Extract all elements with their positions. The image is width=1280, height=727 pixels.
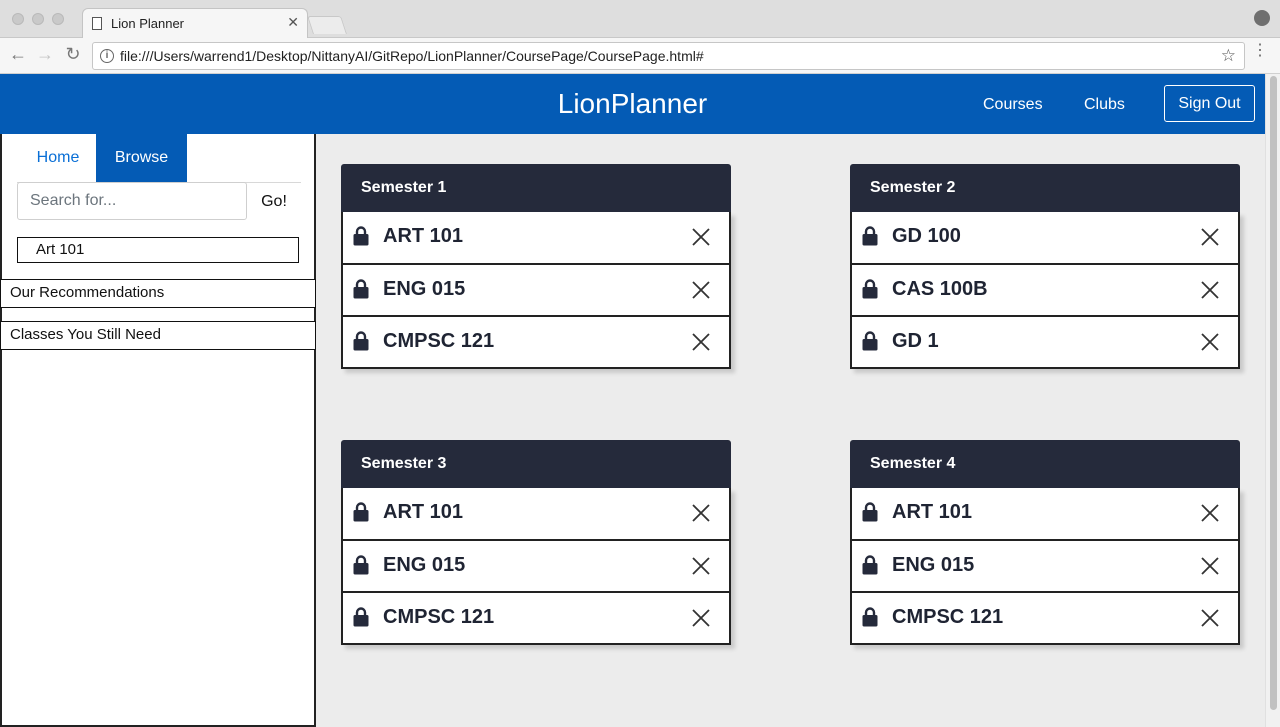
- lock-icon[interactable]: [353, 226, 369, 246]
- go-button[interactable]: Go!: [250, 189, 298, 215]
- course-row[interactable]: ART 101: [343, 212, 729, 263]
- sidebar: Home Browse Go! Art 101 Our Recommendati…: [0, 134, 316, 727]
- course-row[interactable]: CAS 100B: [852, 263, 1238, 315]
- lock-icon[interactable]: [353, 279, 369, 299]
- course-row[interactable]: CMPSC 121: [343, 591, 729, 643]
- course-row[interactable]: ENG 015: [343, 539, 729, 591]
- new-tab-button[interactable]: [307, 16, 347, 34]
- semester-card: Semester 1 ART 101 ENG 015 CMPSC 121: [341, 164, 731, 369]
- course-name: ENG 015: [892, 554, 975, 576]
- close-icon[interactable]: [1199, 279, 1221, 301]
- course-row[interactable]: ART 101: [343, 488, 729, 539]
- lock-icon[interactable]: [353, 555, 369, 575]
- browser-menu-icon[interactable]: ⋮: [1252, 43, 1268, 59]
- tab-browse[interactable]: Browse: [96, 134, 187, 182]
- course-row[interactable]: ENG 015: [852, 539, 1238, 591]
- course-name: ART 101: [892, 501, 973, 523]
- course-name: ENG 015: [383, 278, 466, 300]
- close-icon[interactable]: [690, 226, 712, 248]
- semester-title: Semester 2: [850, 164, 1240, 212]
- course-row[interactable]: CMPSC 121: [852, 591, 1238, 643]
- classes-still-needed-section[interactable]: Classes You Still Need: [0, 321, 316, 350]
- nav-courses-link[interactable]: Courses: [983, 96, 1043, 114]
- browser-tab-bar: Lion Planner ✕: [0, 0, 1280, 39]
- lock-icon[interactable]: [862, 226, 878, 246]
- course-row[interactable]: ENG 015: [343, 263, 729, 315]
- close-icon[interactable]: [1199, 331, 1221, 353]
- semester-title: Semester 1: [341, 164, 731, 212]
- course-name: GD 1: [892, 330, 939, 352]
- close-icon[interactable]: [690, 607, 712, 629]
- course-name: CMPSC 121: [383, 330, 495, 352]
- course-list: GD 100 CAS 100B GD 1: [850, 212, 1240, 369]
- course-name: ART 101: [383, 501, 464, 523]
- lock-icon[interactable]: [862, 279, 878, 299]
- our-recommendations-section[interactable]: Our Recommendations: [0, 279, 316, 308]
- close-icon[interactable]: [1199, 502, 1221, 524]
- page-scrollbar[interactable]: [1265, 74, 1280, 727]
- course-name: CAS 100B: [892, 278, 988, 300]
- course-row[interactable]: GD 1: [852, 315, 1238, 367]
- semester-card: Semester 3 ART 101 ENG 015 CMPSC 121: [341, 440, 731, 645]
- close-icon[interactable]: [690, 502, 712, 524]
- info-icon[interactable]: i: [100, 49, 114, 63]
- lock-icon[interactable]: [862, 607, 878, 627]
- lock-icon[interactable]: [862, 502, 878, 522]
- close-icon[interactable]: [690, 279, 712, 301]
- sign-out-button[interactable]: Sign Out: [1164, 85, 1255, 122]
- url-text[interactable]: file:///Users/warrend1/Desktop/NittanyAI…: [120, 48, 704, 64]
- reload-icon[interactable]: ↻: [62, 44, 84, 65]
- close-icon[interactable]: [1199, 226, 1221, 248]
- lock-icon[interactable]: [353, 502, 369, 522]
- lock-icon[interactable]: [353, 607, 369, 627]
- course-name: CMPSC 121: [383, 606, 495, 628]
- course-name: ART 101: [383, 225, 464, 247]
- browser-toolbar: ← → ↻ i file:///Users/warrend1/Desktop/N…: [0, 38, 1280, 74]
- bookmark-star-icon[interactable]: ☆: [1221, 46, 1236, 66]
- profile-icon[interactable]: [1254, 10, 1270, 26]
- semester-title: Semester 3: [341, 440, 731, 488]
- course-row[interactable]: CMPSC 121: [343, 315, 729, 367]
- search-result-item[interactable]: Art 101: [17, 237, 299, 263]
- search-input[interactable]: [17, 182, 247, 220]
- window-zoom-dot[interactable]: [52, 13, 64, 25]
- course-list: ART 101 ENG 015 CMPSC 121: [850, 488, 1240, 645]
- close-icon[interactable]: [690, 331, 712, 353]
- browser-tab[interactable]: Lion Planner ✕: [82, 8, 308, 39]
- close-icon[interactable]: [1199, 607, 1221, 629]
- window-minimize-dot[interactable]: [32, 13, 44, 25]
- lock-icon[interactable]: [862, 555, 878, 575]
- semester-title: Semester 4: [850, 440, 1240, 488]
- course-name: CMPSC 121: [892, 606, 1004, 628]
- tab-close-icon[interactable]: ✕: [287, 14, 299, 31]
- course-row[interactable]: ART 101: [852, 488, 1238, 539]
- course-row[interactable]: GD 100: [852, 212, 1238, 263]
- document-icon: [92, 17, 102, 30]
- course-list: ART 101 ENG 015 CMPSC 121: [341, 212, 731, 369]
- scroll-thumb[interactable]: [1270, 76, 1277, 710]
- lock-icon[interactable]: [862, 331, 878, 351]
- lock-icon[interactable]: [353, 331, 369, 351]
- window-close-dot[interactable]: [12, 13, 24, 25]
- address-bar[interactable]: i file:///Users/warrend1/Desktop/Nittany…: [92, 42, 1245, 70]
- semester-card: Semester 4 ART 101 ENG 015 CMPSC 121: [850, 440, 1240, 645]
- close-icon[interactable]: [1199, 555, 1221, 577]
- nav-clubs-link[interactable]: Clubs: [1084, 96, 1125, 114]
- semester-card: Semester 2 GD 100 CAS 100B GD 1: [850, 164, 1240, 369]
- course-list: ART 101 ENG 015 CMPSC 121: [341, 488, 731, 645]
- brand-title[interactable]: LionPlanner: [0, 88, 1265, 120]
- forward-arrow-icon[interactable]: →: [34, 44, 56, 65]
- tab-title: Lion Planner: [111, 16, 184, 31]
- close-icon[interactable]: [690, 555, 712, 577]
- app-header: LionPlanner Courses Clubs Sign Out: [0, 74, 1265, 134]
- tab-home[interactable]: Home: [19, 134, 97, 182]
- course-name: ENG 015: [383, 554, 466, 576]
- back-arrow-icon[interactable]: ←: [7, 44, 29, 65]
- course-name: GD 100: [892, 225, 961, 247]
